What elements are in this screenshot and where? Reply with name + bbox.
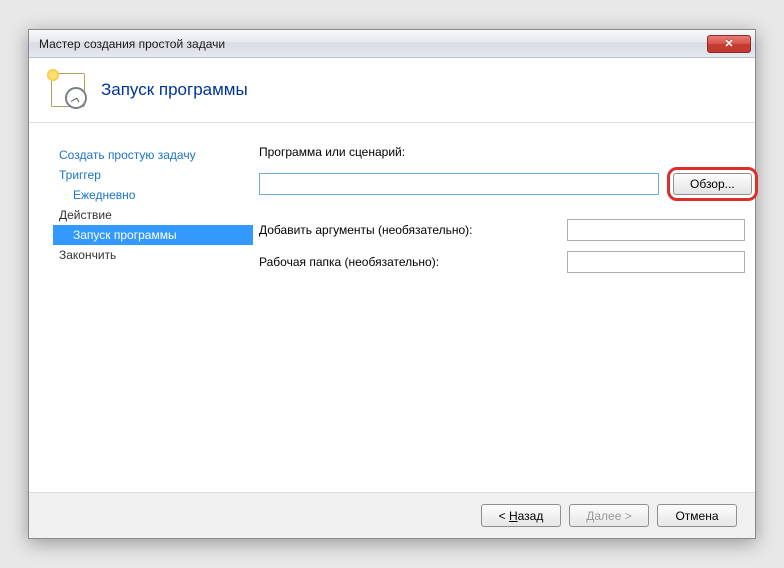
form-area: Программа или сценарий: Обзор... Добавит… [253,145,758,473]
browse-highlight: Обзор... [667,167,758,201]
close-icon: ✕ [724,37,733,50]
nav-trigger-daily[interactable]: Ежедневно [53,185,253,205]
task-clock-icon [51,73,85,107]
start-in-input[interactable] [567,251,745,273]
arguments-label: Добавить аргументы (необязательно): [259,223,559,237]
wizard-nav: Создать простую задачу Триггер Ежедневно… [53,145,253,473]
nav-start-program[interactable]: Запуск программы [53,225,253,245]
start-in-label: Рабочая папка (необязательно): [259,255,559,269]
wizard-header: Запуск программы [29,58,755,122]
back-u: Н [509,509,518,523]
wizard-footer: < Назад Далее > Отмена [29,492,755,538]
wizard-body: Создать простую задачу Триггер Ежедневно… [29,123,755,473]
next-button[interactable]: Далее > [569,504,649,527]
cancel-button[interactable]: Отмена [657,504,737,527]
arguments-input[interactable] [567,219,745,241]
page-title: Запуск программы [101,80,248,100]
nav-action: Действие [53,205,253,225]
browse-button[interactable]: Обзор... [673,173,752,195]
nav-finish: Закончить [53,245,253,265]
program-path-input[interactable] [259,173,659,195]
nav-trigger[interactable]: Триггер [53,165,253,185]
next-rest: алее > [594,509,631,523]
close-button[interactable]: ✕ [707,35,751,53]
back-prefix: < [499,509,509,523]
titlebar[interactable]: Мастер создания простой задачи ✕ [29,30,755,58]
window-title: Мастер создания простой задачи [39,37,707,51]
program-label: Программа или сценарий: [259,145,405,159]
back-rest: азад [518,509,544,523]
wizard-dialog: Мастер создания простой задачи ✕ Запуск … [28,29,756,539]
nav-create-basic-task[interactable]: Создать простую задачу [53,145,253,165]
back-button[interactable]: < Назад [481,504,561,527]
